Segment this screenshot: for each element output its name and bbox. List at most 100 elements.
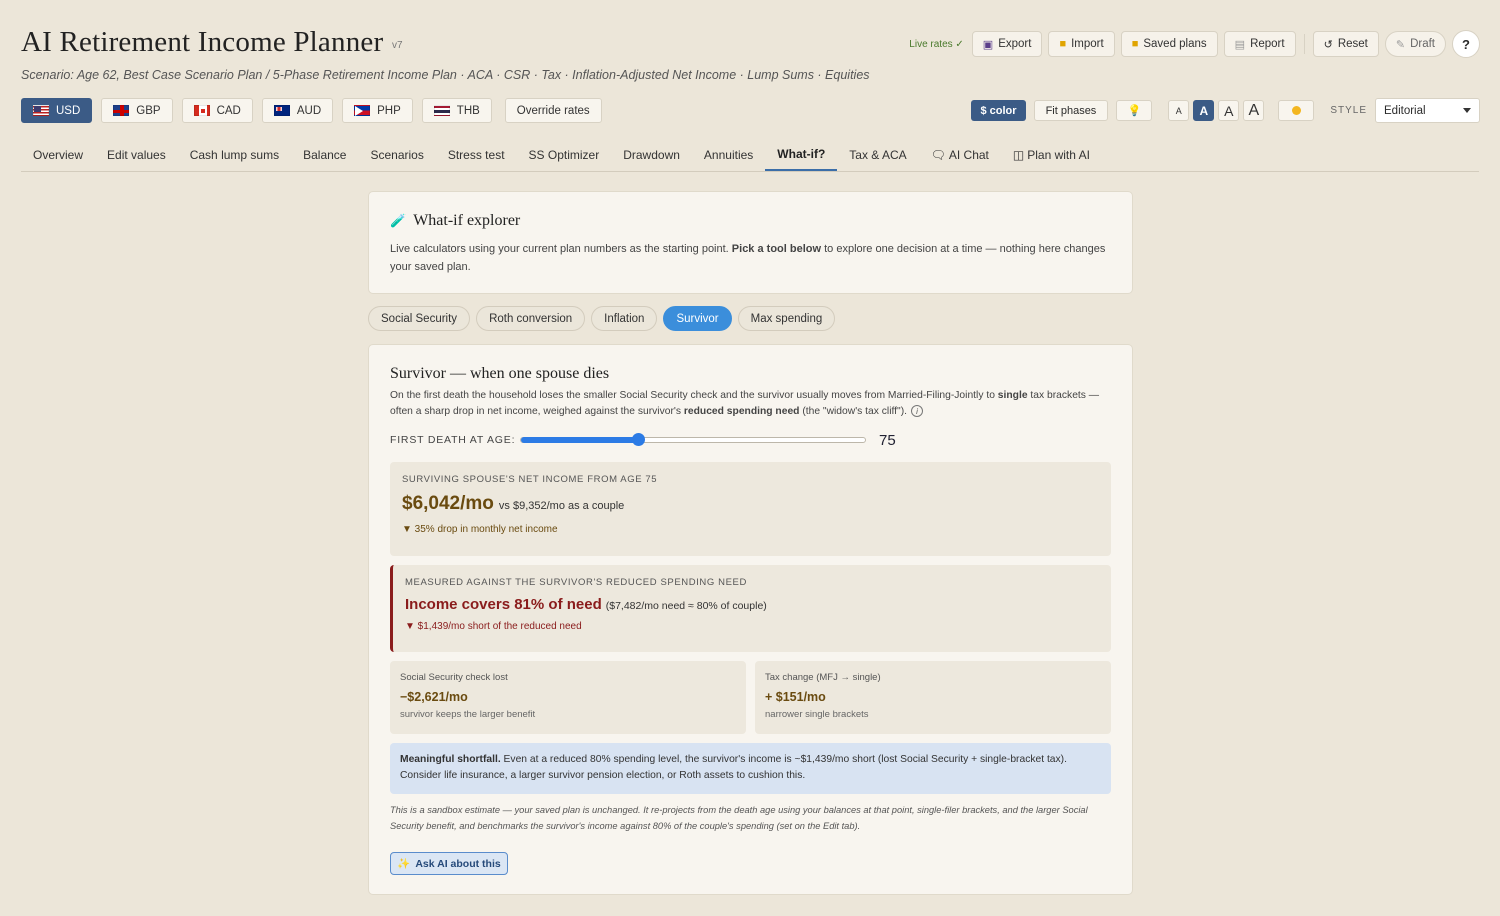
tab-stress-test[interactable]: Stress test bbox=[436, 138, 517, 171]
tab-tax-aca[interactable]: Tax & ACA bbox=[837, 138, 918, 171]
tab-ss-optimizer[interactable]: SS Optimizer bbox=[517, 138, 612, 171]
reset-icon: ↺ bbox=[1323, 38, 1333, 51]
style-select[interactable]: Editorial bbox=[1375, 98, 1480, 123]
display-controls: $ color Fit phases 💡 A A A A STYLE Edito… bbox=[971, 98, 1480, 123]
au-flag-icon bbox=[273, 105, 290, 116]
font-size-xs[interactable]: A bbox=[1168, 100, 1190, 121]
tax-change-subtext: narrower single brackets bbox=[765, 709, 869, 720]
tool-selector: Social Security Roth conversion Inflatio… bbox=[368, 306, 836, 331]
main-tabs: Overview Edit values Cash lump sums Bala… bbox=[21, 138, 1479, 172]
draft-button[interactable]: ✎ Draft bbox=[1384, 31, 1446, 57]
version-label: v7 bbox=[392, 40, 403, 51]
currency-gbp[interactable]: GBP bbox=[101, 98, 173, 123]
tool-inflation[interactable]: Inflation bbox=[591, 306, 658, 331]
death-age-slider[interactable] bbox=[520, 433, 866, 446]
tax-change-title: Tax change (MFJ → single) bbox=[765, 672, 881, 683]
ss-lost-subtext: survivor keeps the larger benefit bbox=[400, 709, 536, 720]
info-icon[interactable]: i bbox=[910, 405, 923, 417]
live-rates-status: Live rates ✓ bbox=[909, 38, 964, 50]
tab-drawdown[interactable]: Drawdown bbox=[611, 138, 692, 171]
report-button[interactable]: ▤ Report bbox=[1223, 31, 1296, 57]
font-size-m[interactable]: A bbox=[1218, 100, 1240, 121]
reset-button[interactable]: ↺ Reset bbox=[1312, 31, 1379, 57]
dollar-color-toggle[interactable]: $ color bbox=[971, 100, 1026, 121]
ss-lost-title: Social Security check lost bbox=[400, 672, 508, 683]
slider-thumb[interactable] bbox=[631, 433, 645, 446]
tab-cash-lump-sums[interactable]: Cash lump sums bbox=[178, 138, 291, 171]
top-toolbar: Live rates ✓ ▣ Export ■ Import ■ Saved plan… bbox=[909, 30, 1480, 58]
tab-scenarios[interactable]: Scenarios bbox=[358, 138, 435, 171]
style-label: STYLE bbox=[1330, 105, 1367, 116]
export-button[interactable]: ▣ Export bbox=[971, 31, 1043, 57]
folder-open-icon: ■ bbox=[1131, 38, 1139, 50]
shortfall-alert: Meaningful shortfall. Even at a reduced … bbox=[390, 743, 1111, 794]
sun-icon bbox=[1291, 106, 1301, 115]
chat-icon: 🗨 bbox=[930, 147, 946, 162]
couple-income-comparison: vs $9,352/mo as a couple bbox=[498, 500, 625, 512]
font-size-s[interactable]: A bbox=[1193, 100, 1215, 121]
survivor-heading: Survivor — when one spouse dies bbox=[390, 365, 610, 382]
death-age-label: FIRST DEATH AT AGE: bbox=[390, 434, 516, 446]
tab-what-if[interactable]: What-if? bbox=[765, 138, 838, 171]
us-flag-icon bbox=[33, 105, 49, 116]
ss-lost-card: Social Security check lost −$2,621/mo su… bbox=[390, 661, 746, 734]
import-button[interactable]: ■ Import bbox=[1048, 31, 1115, 57]
gb-flag-icon bbox=[113, 105, 130, 116]
currency-aud[interactable]: AUD bbox=[261, 98, 334, 123]
currency-thb[interactable]: THB bbox=[421, 98, 492, 123]
what-if-description: Live calculators using your current plan… bbox=[390, 243, 1106, 273]
currency-selector: USD GBP CAD AUD PHP THB Override rates bbox=[21, 98, 602, 123]
theme-toggle[interactable] bbox=[1278, 100, 1315, 121]
chevron-down-icon bbox=[1463, 108, 1471, 113]
sparkle-icon: ✨ bbox=[397, 858, 411, 870]
impact-breakdown: Social Security check lost −$2,621/mo su… bbox=[390, 661, 1111, 734]
death-age-value: 75 bbox=[879, 431, 896, 449]
tool-max-spending[interactable]: Max spending bbox=[737, 306, 836, 331]
lightbulb-icon[interactable]: 💡 bbox=[1116, 100, 1153, 121]
need-coverage-panel: MEASURED AGAINST THE SURVIVOR'S REDUCED … bbox=[390, 565, 1111, 652]
panel-icon: ◫ bbox=[1012, 147, 1025, 162]
saved-plans-button[interactable]: ■ Saved plans bbox=[1120, 31, 1218, 57]
th-flag-icon bbox=[433, 105, 450, 116]
coverage-line: Income covers 81% of need ($7,482/mo nee… bbox=[405, 596, 1099, 613]
tool-social-security[interactable]: Social Security bbox=[368, 306, 471, 331]
currency-usd[interactable]: USD bbox=[21, 98, 93, 123]
tool-roth-conversion[interactable]: Roth conversion bbox=[476, 306, 586, 331]
tab-annuities[interactable]: Annuities bbox=[692, 138, 765, 171]
document-icon: ▤ bbox=[1234, 38, 1246, 51]
help-button[interactable]: ? bbox=[1452, 30, 1480, 58]
slider-fill bbox=[521, 437, 638, 443]
net-income-value: $6,042/mo bbox=[402, 493, 494, 514]
tab-edit-values[interactable]: Edit values bbox=[95, 138, 178, 171]
coverage-value: Income covers 81% of need bbox=[405, 596, 602, 613]
what-if-heading: 🧪 What-if explorer bbox=[390, 212, 521, 229]
scenario-subtitle: Scenario: Age 62, Best Case Scenario Pla… bbox=[21, 68, 870, 82]
override-rates-button[interactable]: Override rates bbox=[504, 98, 602, 123]
fit-phases-button[interactable]: Fit phases bbox=[1033, 100, 1109, 121]
tab-overview[interactable]: Overview bbox=[21, 138, 95, 171]
tab-plan-with-ai[interactable]: ◫ Plan with AI bbox=[1001, 138, 1102, 171]
survivor-description: On the first death the household loses t… bbox=[390, 390, 1100, 417]
sandbox-disclaimer: This is a sandbox estimate — your saved … bbox=[390, 805, 1088, 831]
income-drop-note: ▼ 35% drop in monthly net income bbox=[402, 524, 558, 535]
save-icon: ▣ bbox=[982, 38, 994, 51]
pencil-icon: ✎ bbox=[1395, 38, 1406, 51]
currency-php[interactable]: PHP bbox=[342, 98, 413, 123]
net-income-caption: SURVIVING SPOUSE'S NET INCOME FROM AGE 7… bbox=[402, 474, 658, 485]
tax-change-card: Tax change (MFJ → single) + $151/mo narr… bbox=[755, 661, 1111, 734]
ask-ai-button[interactable]: ✨ Ask AI about this bbox=[390, 852, 508, 875]
tab-balance[interactable]: Balance bbox=[291, 138, 358, 171]
ph-flag-icon bbox=[354, 105, 371, 116]
what-if-intro-card: 🧪 What-if explorer Live calculators using… bbox=[368, 191, 1133, 294]
font-size-l[interactable]: A bbox=[1243, 100, 1265, 121]
currency-cad[interactable]: CAD bbox=[181, 98, 253, 123]
tax-change-value: + $151/mo bbox=[765, 690, 826, 704]
need-coverage-caption: MEASURED AGAINST THE SURVIVOR'S REDUCED … bbox=[405, 577, 747, 588]
tab-ai-chat[interactable]: 🗨 AI Chat bbox=[919, 138, 1001, 171]
net-income-line: $6,042/mo vs $9,352/mo as a couple bbox=[402, 493, 1099, 515]
net-income-panel: SURVIVING SPOUSE'S NET INCOME FROM AGE 7… bbox=[390, 462, 1111, 556]
tool-survivor[interactable]: Survivor bbox=[663, 306, 732, 331]
ss-lost-value: −$2,621/mo bbox=[400, 690, 468, 704]
ca-flag-icon bbox=[193, 105, 210, 116]
death-age-control: FIRST DEATH AT AGE: 75 bbox=[390, 431, 1111, 449]
